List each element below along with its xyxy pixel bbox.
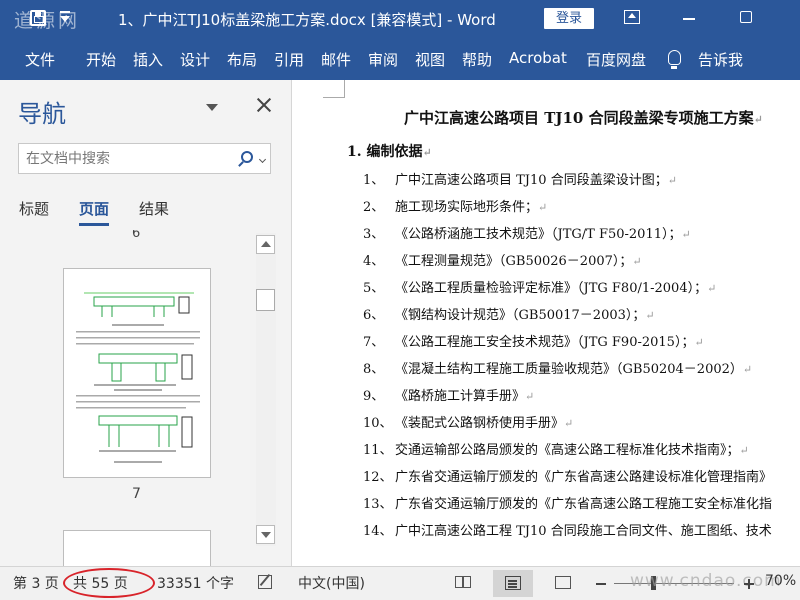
title-bar: 道源网 1、广中江TJ10标盖梁施工方案.docx [兼容模式] - Word …: [0, 0, 800, 38]
search-input[interactable]: [19, 144, 229, 173]
list-item: 4、 《工程测量规范》（GB50026－2007）；↵: [363, 254, 642, 269]
page-number-previous: 6: [132, 230, 141, 241]
list-item: 10、 《装配式公路钢桥使用手册》↵: [363, 416, 574, 431]
document-title: 广中江高速公路项目 TJ10 合同段盖梁专项施工方案↵: [404, 109, 763, 127]
web-layout-icon[interactable]: [555, 576, 571, 589]
scroll-down-arrow-icon[interactable]: [256, 525, 275, 544]
ribbon-tabs: 文件 开始 插入 设计 布局 引用 邮件 审阅 视图 帮助 Acrobat 百度…: [0, 38, 800, 80]
customize-qat-icon[interactable]: [60, 16, 70, 22]
word-count[interactable]: 33351 个字: [157, 573, 234, 593]
thumbnail-drawing: [76, 292, 200, 463]
document-canvas[interactable]: 广中江高速公路项目 TJ10 合同段盖梁专项施工方案↵ 1. 编制依据↵ 1、广…: [293, 80, 800, 566]
ribbon-display-options-icon[interactable]: [624, 10, 640, 24]
minimize-icon[interactable]: [683, 18, 695, 20]
tab-view[interactable]: 视图: [415, 49, 445, 70]
print-layout-icon: [505, 576, 521, 590]
zoom-out-icon[interactable]: [596, 583, 606, 585]
nav-search-box: [18, 143, 271, 174]
list-item: 14、 广中江高速公路工程 TJ10 合同段施工合同文件、施工图纸、技术: [363, 524, 772, 539]
section-heading: 1. 编制依据↵: [347, 144, 432, 160]
tab-review[interactable]: 审阅: [368, 49, 398, 70]
navigation-pane: 导航 标题 页面 结果 6: [0, 80, 292, 566]
maximize-icon[interactable]: [740, 11, 752, 23]
search-icon[interactable]: [241, 151, 253, 163]
page-thumbnail-next[interactable]: [63, 530, 211, 566]
tell-me-search[interactable]: 告诉我: [698, 49, 743, 70]
list-item: 12、 广东省交通运输厅颁发的《广东省高速公路建设标准化管理指南》: [363, 470, 773, 485]
nav-tab-headings[interactable]: 标题: [19, 198, 49, 219]
list-item: 5、 《公路工程质量检验评定标准》（JTG F80/1-2004）；↵: [363, 281, 717, 296]
site-watermark: www.cndao.com: [630, 571, 782, 591]
tab-file[interactable]: 文件: [25, 49, 55, 70]
tab-references[interactable]: 引用: [274, 49, 304, 70]
lightbulb-icon: [668, 50, 681, 69]
zoom-in-icon-vertical: [748, 579, 750, 589]
page-indicator[interactable]: 第 3 页: [13, 573, 59, 593]
zoom-level[interactable]: 70%: [765, 573, 796, 589]
status-bar: 第 3 页 共 55 页 33351 个字 中文(中国) www.cndao.c…: [0, 566, 800, 600]
save-icon[interactable]: [30, 10, 46, 26]
page-number: 7: [132, 486, 141, 502]
tab-insert[interactable]: 插入: [133, 49, 163, 70]
list-item: 11、 交通运输部公路局颁发的《高速公路工程标准化技术指南》；↵: [363, 443, 749, 458]
nav-pane-title: 导航: [18, 100, 66, 128]
window-title: 1、广中江TJ10标盖梁施工方案.docx [兼容模式] - Word: [118, 11, 496, 29]
proofing-icon[interactable]: [258, 575, 272, 589]
thumbnail-scrollbar[interactable]: [256, 233, 276, 546]
list-item: 3、 《公路桥涵施工技术规范》（JTG/T F50-2011）；↵: [363, 227, 691, 242]
list-item: 6、 《钢结构设计规范》（GB50017－2003）；↵: [363, 308, 655, 323]
list-item: 1、 广中江高速公路项目 TJ10 合同段盖梁设计图；↵: [363, 173, 677, 188]
scroll-thumb[interactable]: [256, 289, 275, 311]
login-button[interactable]: 登录: [544, 8, 594, 29]
nav-tab-results[interactable]: 结果: [139, 198, 169, 219]
list-item: 7、 《公路工程施工安全技术规范》（JTG F90-2015）；↵: [363, 335, 704, 350]
list-item: 9、 《路桥施工计算手册》↵: [363, 389, 535, 404]
nav-tab-pages[interactable]: 页面: [79, 198, 109, 219]
customize-qat-icon-line: [60, 11, 70, 13]
margin-corner-mark: [323, 80, 345, 98]
watermark: 道源网: [14, 10, 81, 32]
scroll-up-arrow-icon[interactable]: [256, 235, 275, 254]
tab-baidu-netdisk[interactable]: 百度网盘: [586, 49, 646, 70]
tab-acrobat[interactable]: Acrobat: [509, 49, 567, 67]
tab-help[interactable]: 帮助: [462, 49, 492, 70]
active-tab-indicator: [79, 223, 109, 226]
language-indicator[interactable]: 中文(中国): [298, 573, 365, 593]
tab-mailings[interactable]: 邮件: [321, 49, 351, 70]
tab-layout[interactable]: 布局: [227, 49, 257, 70]
list-item: 2、 施工现场实际地形条件；↵: [363, 200, 548, 215]
page-thumbnails: 6 7: [0, 230, 255, 566]
page-thumbnail[interactable]: [63, 268, 211, 478]
annotation-ellipse: [63, 568, 155, 598]
tab-design[interactable]: 设计: [180, 49, 210, 70]
list-item: 13、 广东省交通运输厅颁发的《广东省高速公路工程施工安全标准化指: [363, 497, 773, 512]
chevron-down-icon[interactable]: [258, 155, 267, 164]
read-mode-icon[interactable]: [455, 576, 471, 588]
list-item: 8、 《混凝土结构工程施工质量验收规范》（GB50204－2002）↵: [363, 362, 753, 377]
tab-home[interactable]: 开始: [86, 49, 116, 70]
pane-options-dropdown-icon[interactable]: [206, 104, 218, 111]
close-icon[interactable]: [255, 96, 273, 114]
